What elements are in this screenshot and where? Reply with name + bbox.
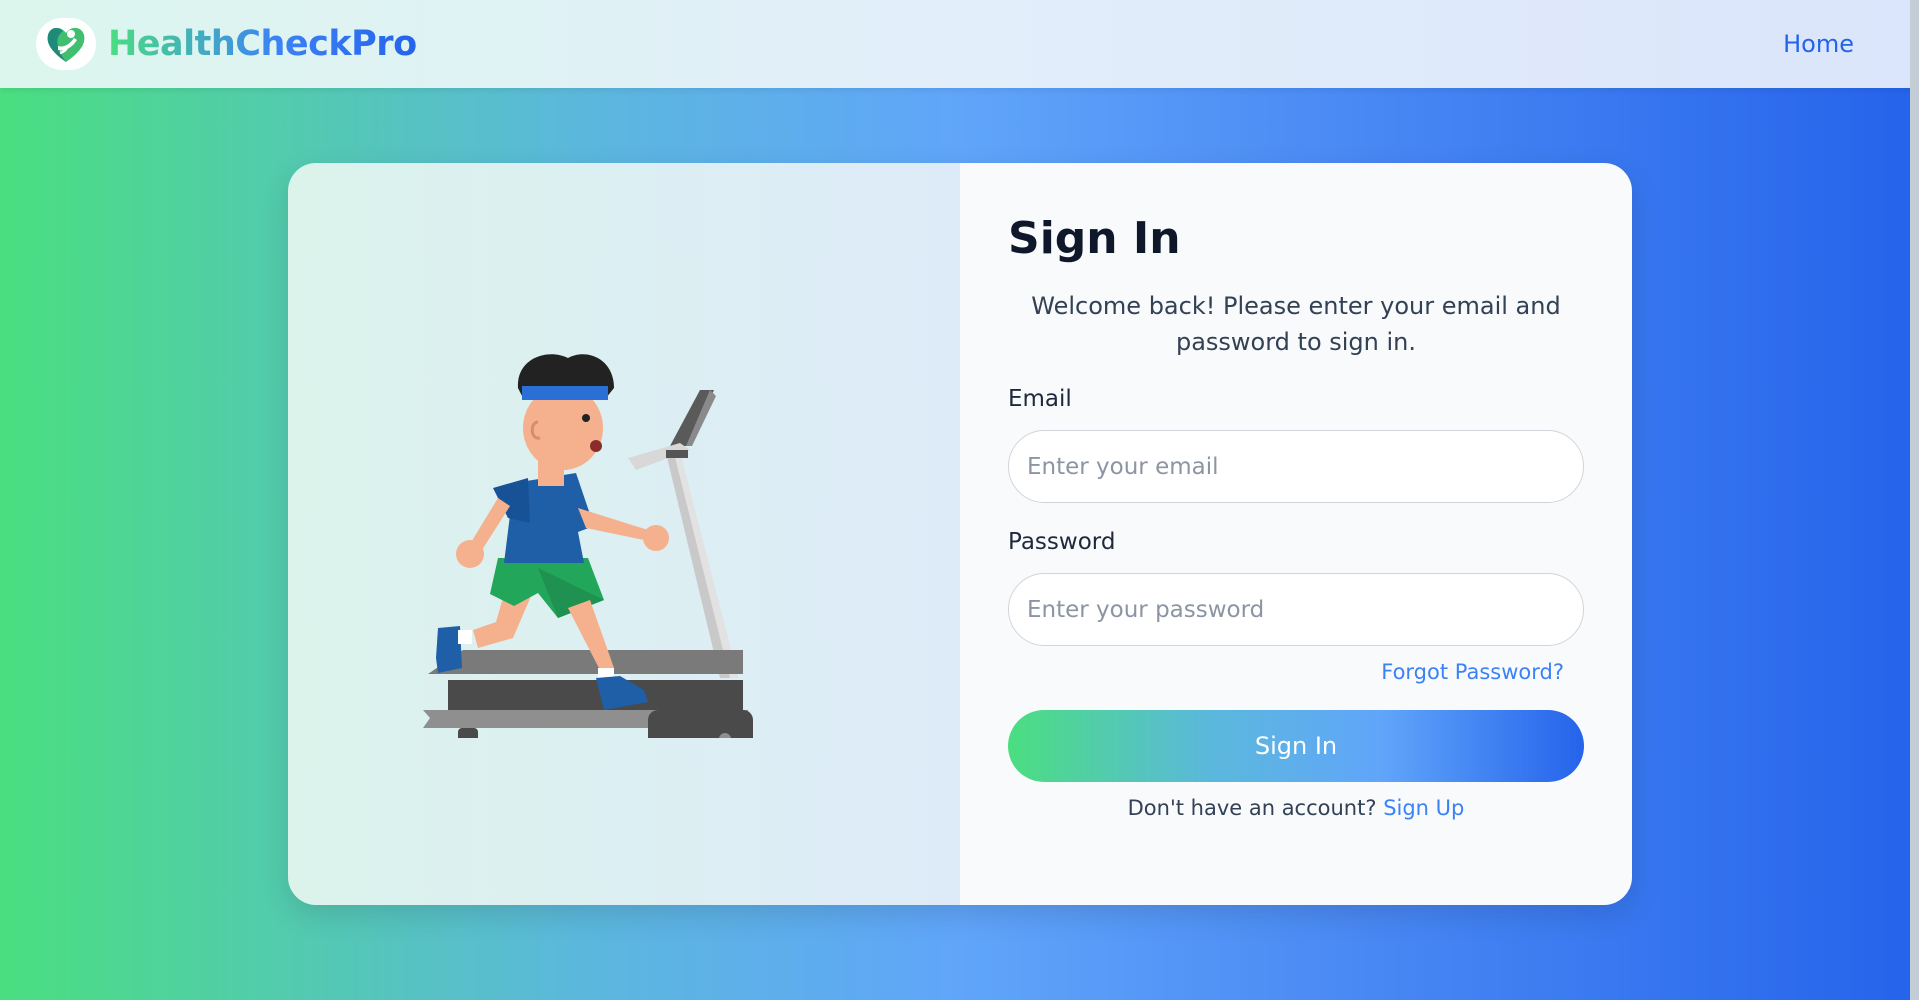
password-label: Password <box>1008 529 1116 555</box>
password-input[interactable] <box>1008 573 1584 646</box>
sign-in-button[interactable]: Sign In <box>1008 710 1584 782</box>
treadmill-runner-illustration <box>423 354 753 738</box>
illustration-panel <box>288 163 960 905</box>
login-form-panel: Sign In Welcome back! Please enter your … <box>960 163 1632 905</box>
brand-name[interactable]: HealthCheckPro <box>108 24 417 64</box>
nav-home-link[interactable]: Home <box>1783 30 1854 58</box>
page-title: Sign In <box>1008 213 1181 264</box>
email-label: Email <box>1008 386 1072 412</box>
login-card: Sign In Welcome back! Please enter your … <box>288 163 1632 905</box>
email-input[interactable] <box>1008 430 1584 503</box>
signup-row: Don't have an account? Sign Up <box>1008 796 1584 820</box>
welcome-subtitle: Welcome back! Please enter your email an… <box>1031 292 1561 356</box>
logo-icon[interactable] <box>36 18 96 70</box>
scrollbar[interactable] <box>1910 0 1919 1000</box>
top-navbar: HealthCheckPro Home <box>0 0 1919 88</box>
forgot-password-link[interactable]: Forgot Password? <box>1008 660 1564 684</box>
signup-prompt: Don't have an account? <box>1127 796 1377 820</box>
sign-up-link[interactable]: Sign Up <box>1383 796 1464 820</box>
